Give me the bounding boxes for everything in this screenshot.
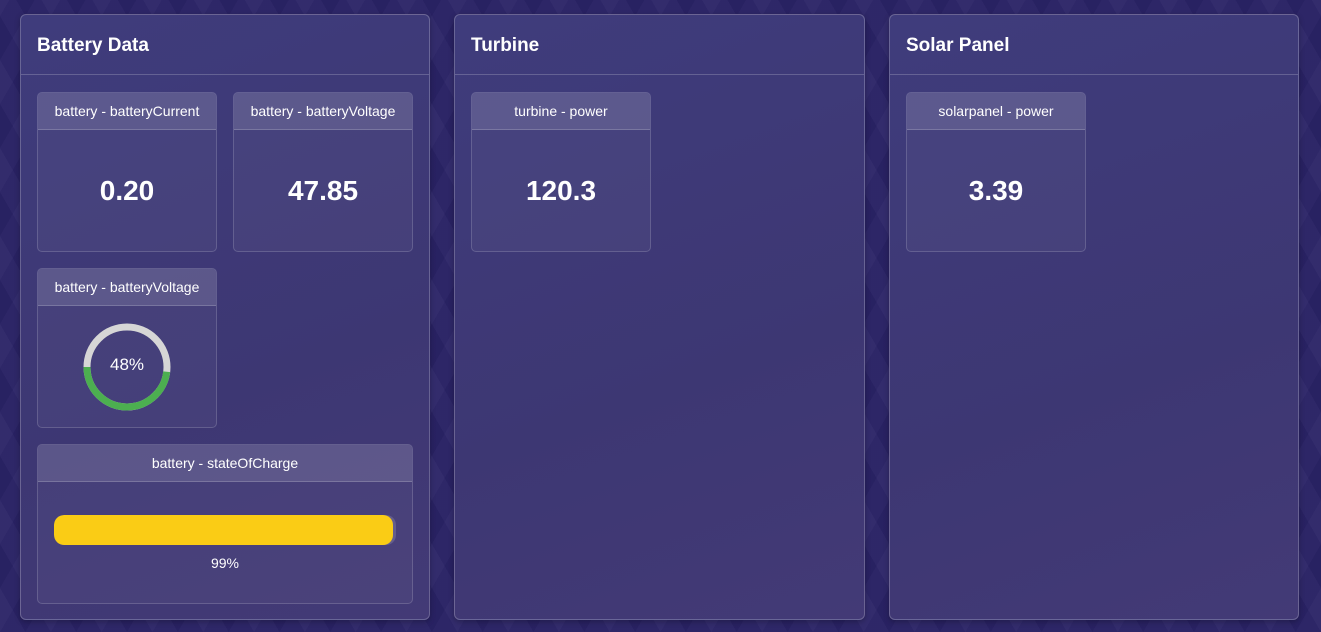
solar-power-value: 3.39 bbox=[968, 175, 1024, 206]
battery-current-value: 0.20 bbox=[99, 175, 155, 206]
state-of-charge-widget: battery - stateOfCharge 99% bbox=[37, 444, 413, 604]
widget-title: battery - batteryCurrent bbox=[38, 93, 216, 130]
progress-bar-track bbox=[54, 515, 396, 545]
progress-percent-label: 99% bbox=[210, 555, 240, 571]
turbine-panel: Turbine turbine - power 120.3 bbox=[454, 14, 865, 620]
panel-title: Turbine bbox=[455, 15, 864, 75]
battery-voltage-value: 47.85 bbox=[287, 175, 359, 206]
battery-current-widget: battery - batteryCurrent 0.20 bbox=[37, 92, 217, 252]
battery-data-panel: Battery Data battery - batteryCurrent 0.… bbox=[20, 14, 430, 620]
gauge-percent-label: 48% bbox=[109, 355, 145, 374]
solar-power-widget: solarpanel - power 3.39 bbox=[906, 92, 1086, 252]
panel-title: Battery Data bbox=[21, 15, 429, 75]
turbine-power-widget: turbine - power 120.3 bbox=[471, 92, 651, 252]
widget-title: battery - stateOfCharge bbox=[38, 445, 412, 482]
progress-bar-fill bbox=[54, 515, 393, 545]
battery-voltage-gauge-widget: battery - batteryVoltage 48% bbox=[37, 268, 217, 428]
widget-title: battery - batteryVoltage bbox=[38, 269, 216, 306]
widget-title: battery - batteryVoltage bbox=[234, 93, 412, 130]
solar-panel-panel: Solar Panel solarpanel - power 3.39 bbox=[889, 14, 1299, 620]
donut-gauge: 48% bbox=[38, 306, 216, 426]
turbine-power-value: 120.3 bbox=[525, 175, 597, 206]
widget-title: solarpanel - power bbox=[907, 93, 1085, 130]
battery-voltage-widget: battery - batteryVoltage 47.85 bbox=[233, 92, 413, 252]
panel-title: Solar Panel bbox=[890, 15, 1298, 75]
widget-title: turbine - power bbox=[472, 93, 650, 130]
